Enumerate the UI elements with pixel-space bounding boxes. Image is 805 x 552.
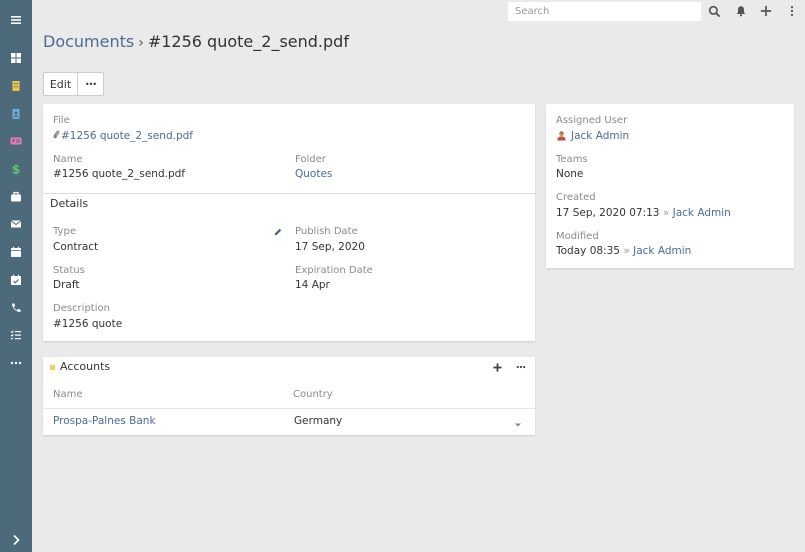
teams-value: None	[556, 168, 584, 180]
paperclip-icon	[53, 130, 61, 142]
assigned-user-label: Assigned User	[556, 115, 628, 126]
accounts-more-button[interactable]	[515, 361, 527, 373]
calendar-check-icon[interactable]	[8, 272, 24, 288]
menu-icon[interactable]	[8, 12, 24, 28]
document-details-panel: File #1256 quote_2_send.pdf Name #1256 q…	[43, 104, 535, 341]
description-label: Description	[53, 303, 110, 314]
publish-date-label: Publish Date	[295, 226, 358, 237]
more-actions-button[interactable]: •••	[77, 72, 104, 96]
accounts-color-square	[50, 365, 55, 370]
assigned-user: Jack Admin	[556, 130, 629, 142]
more-icon[interactable]	[8, 355, 24, 371]
type-label: Type	[53, 226, 76, 237]
status-label: Status	[53, 265, 85, 276]
account-name-link[interactable]: Prospa-Palnes Bank	[53, 415, 156, 427]
dashboard-icon[interactable]	[8, 50, 24, 66]
phone-icon[interactable]	[8, 300, 24, 316]
modified-by-link[interactable]: Jack Admin	[633, 245, 691, 257]
expand-icon[interactable]	[8, 532, 24, 548]
expiration-date-label: Expiration Date	[295, 265, 373, 276]
folder-link[interactable]: Quotes	[295, 168, 332, 180]
bell-icon[interactable]	[734, 4, 748, 18]
column-header-country: Country	[293, 389, 333, 400]
page-title: #1256 quote_2_send.pdf	[147, 32, 349, 51]
dollar-icon[interactable]: $	[8, 161, 24, 177]
breadcrumb: Documents › #1256 quote_2_send.pdf	[43, 32, 349, 51]
description-value: #1256 quote	[53, 318, 123, 330]
expiration-date-value: 14 Apr	[295, 279, 330, 291]
modified-value: Today 08:35 » Jack Admin	[556, 245, 691, 257]
briefcase-icon[interactable]	[8, 189, 24, 205]
teams-label: Teams	[556, 154, 588, 165]
calendar-icon[interactable]	[8, 244, 24, 260]
svg-text:$: $	[12, 163, 20, 175]
modified-by-separator: »	[623, 245, 630, 257]
pencil-icon[interactable]	[273, 227, 285, 239]
tasks-icon[interactable]	[8, 327, 24, 343]
assigned-user-link[interactable]: Jack Admin	[571, 130, 629, 142]
plus-icon[interactable]	[759, 4, 773, 18]
building-icon[interactable]	[8, 78, 24, 94]
column-header-name: Name	[53, 389, 83, 400]
envelope-icon[interactable]	[8, 216, 24, 232]
file-link[interactable]: #1256 quote_2_send.pdf	[53, 130, 193, 142]
publish-date-value: 17 Sep, 2020	[295, 241, 365, 253]
edit-button[interactable]: Edit	[43, 72, 78, 96]
created-by-separator: »	[662, 207, 670, 219]
divider	[43, 193, 535, 194]
search-icon[interactable]	[707, 4, 721, 18]
created-label: Created	[556, 192, 596, 203]
name-label: Name	[53, 154, 83, 165]
plus-icon	[492, 362, 502, 372]
type-value: Contract	[53, 241, 99, 253]
kebab-icon[interactable]	[785, 4, 799, 18]
modified-date: Today 08:35	[556, 245, 620, 257]
breadcrumb-documents-link[interactable]: Documents	[43, 32, 134, 51]
details-section-title: Details	[50, 197, 89, 210]
table-row: Prospa-Palnes Bank Germany	[43, 409, 535, 434]
more-icon	[516, 365, 526, 369]
record-info-panel: Assigned User Jack Admin Teams None Crea…	[546, 104, 794, 268]
created-value: 17 Sep, 2020 07:13 » Jack Admin	[556, 207, 731, 219]
id-card-icon[interactable]	[8, 133, 24, 149]
more-actions-label: •••	[84, 79, 97, 89]
account-country: Germany	[294, 415, 343, 427]
avatar	[556, 130, 568, 142]
contacts-icon[interactable]	[8, 106, 24, 122]
file-label: File	[53, 115, 70, 126]
created-by-link[interactable]: Jack Admin	[673, 207, 731, 219]
folder-label: Folder	[295, 154, 326, 165]
topbar	[32, 0, 805, 24]
status-value: Draft	[53, 279, 80, 291]
file-link-text: #1256 quote_2_send.pdf	[61, 130, 193, 142]
add-account-button[interactable]	[491, 361, 503, 373]
name-value: #1256 quote_2_send.pdf	[53, 168, 185, 180]
accounts-panel-title: Accounts	[60, 360, 111, 373]
created-date: 17 Sep, 2020 07:13	[556, 207, 660, 219]
breadcrumb-separator: ›	[138, 35, 144, 51]
sidebar: $	[0, 0, 32, 552]
row-dropdown-caret-icon[interactable]	[514, 418, 524, 427]
accounts-panel: Accounts Name Country Prospa-Palnes Bank…	[43, 357, 535, 435]
search-input[interactable]	[508, 2, 701, 21]
modified-label: Modified	[556, 231, 599, 242]
